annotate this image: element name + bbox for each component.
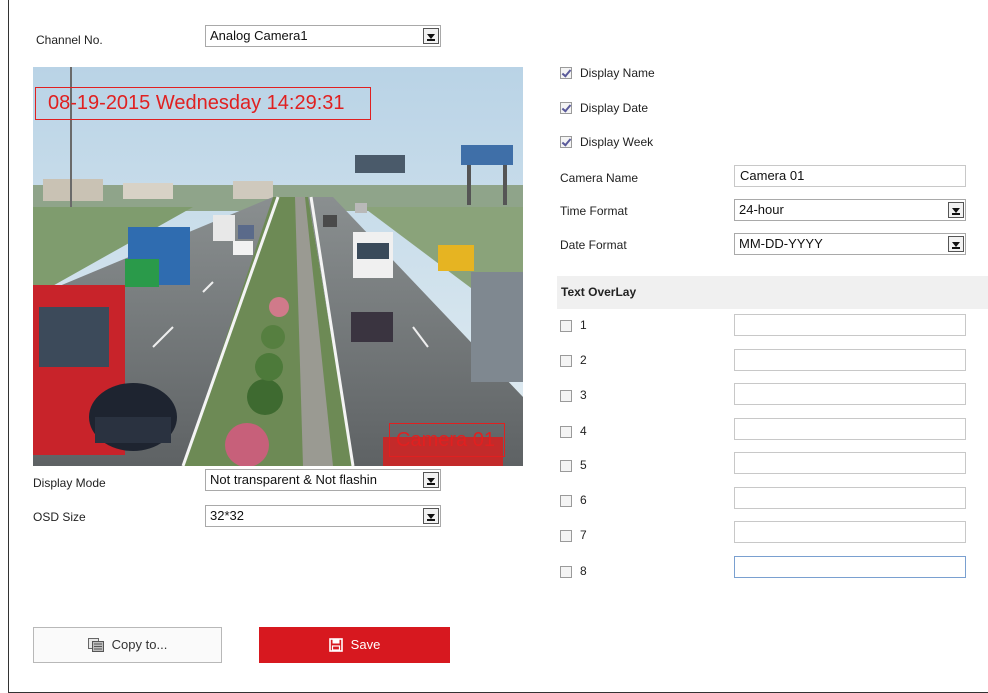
overlay-4-checkbox[interactable] [560, 426, 572, 438]
overlay-3-checkbox[interactable] [560, 390, 572, 402]
overlay-1-label: 1 [580, 318, 587, 332]
overlay-6-checkbox[interactable] [560, 495, 572, 507]
date-format-value: MM-DD-YYYY [739, 236, 823, 251]
chevron-down-icon[interactable] [423, 472, 439, 488]
copy-icon [87, 637, 104, 652]
save-label: Save [350, 637, 381, 652]
overlay-5-label: 5 [580, 458, 587, 472]
display-week-label: Display Week [580, 135, 654, 149]
osd-camera-name-overlay[interactable]: Camera 01 [389, 423, 505, 457]
floppy-disk-icon [328, 637, 343, 652]
overlay-6-label: 6 [580, 493, 587, 507]
display-date-label: Display Date [580, 101, 649, 115]
overlay-3-label: 3 [580, 388, 587, 402]
display-mode-value: Not transparent & Not flashin [210, 472, 377, 487]
camera-name-input[interactable]: Camera 01 [734, 165, 966, 187]
osd-size-label: OSD Size [33, 510, 86, 524]
overlay-7-input[interactable] [734, 521, 966, 543]
overlay-8-label: 8 [580, 564, 587, 578]
chevron-down-icon[interactable] [948, 236, 964, 252]
display-name-label: Display Name [580, 66, 655, 80]
time-format-value: 24-hour [739, 202, 784, 217]
copy-to-label: Copy to... [111, 637, 168, 652]
overlay-4-input[interactable] [734, 418, 966, 440]
chevron-down-icon[interactable] [423, 508, 439, 524]
preview-image [33, 67, 523, 466]
overlay-2-input[interactable] [734, 349, 966, 371]
time-format-select[interactable]: 24-hour [734, 199, 966, 221]
osd-size-value: 32*32 [210, 508, 244, 523]
display-name-checkbox[interactable] [560, 67, 572, 79]
overlay-8-input[interactable] [734, 556, 966, 578]
display-mode-label: Display Mode [33, 476, 106, 490]
overlay-5-checkbox[interactable] [560, 460, 572, 472]
channel-label: Channel No. [36, 33, 103, 47]
date-format-select[interactable]: MM-DD-YYYY [734, 233, 966, 255]
osd-size-select[interactable]: 32*32 [205, 505, 441, 527]
overlay-3-input[interactable] [734, 383, 966, 405]
live-preview [33, 67, 523, 466]
overlay-4-label: 4 [580, 424, 587, 438]
channel-select[interactable]: Analog Camera1 [205, 25, 441, 47]
overlay-2-checkbox[interactable] [560, 355, 572, 367]
display-week-checkbox[interactable] [560, 136, 572, 148]
chevron-down-icon[interactable] [423, 28, 439, 44]
overlay-1-checkbox[interactable] [560, 320, 572, 332]
overlay-8-checkbox[interactable] [560, 566, 572, 578]
overlay-1-input[interactable] [734, 314, 966, 336]
time-format-label: Time Format [560, 204, 628, 218]
save-button[interactable]: Save [259, 627, 450, 663]
overlay-5-input[interactable] [734, 452, 966, 474]
overlay-7-checkbox[interactable] [560, 530, 572, 542]
display-mode-select[interactable]: Not transparent & Not flashin [205, 469, 441, 491]
camera-name-label: Camera Name [560, 171, 639, 185]
overlay-6-input[interactable] [734, 487, 966, 509]
text-overlay-header: Text OverLay [557, 276, 988, 309]
overlay-2-label: 2 [580, 353, 587, 367]
display-date-checkbox[interactable] [560, 102, 572, 114]
channel-value: Analog Camera1 [210, 28, 308, 43]
osd-datetime-overlay[interactable]: 08-19-2015 Wednesday 14:29:31 [35, 87, 371, 120]
date-format-label: Date Format [560, 238, 627, 252]
chevron-down-icon[interactable] [948, 202, 964, 218]
copy-to-button[interactable]: Copy to... [33, 627, 222, 663]
overlay-7-label: 7 [580, 528, 587, 542]
